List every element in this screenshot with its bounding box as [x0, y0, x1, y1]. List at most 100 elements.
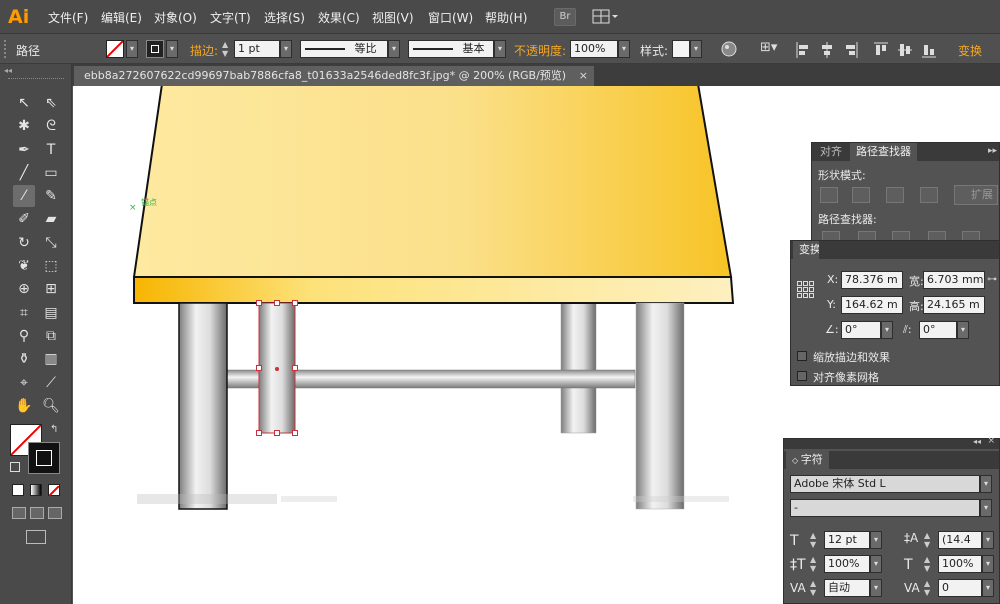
- kerning-dropdown[interactable]: ▾: [870, 579, 882, 597]
- exclude-icon[interactable]: [920, 187, 938, 203]
- font-style-dropdown[interactable]: ▾: [980, 499, 992, 517]
- horizontal-scale-dropdown[interactable]: ▾: [982, 555, 994, 573]
- color-mode-icon[interactable]: [12, 484, 24, 496]
- menu-select[interactable]: 选择(S): [264, 9, 305, 26]
- selection-tool-icon[interactable]: ↖: [13, 92, 35, 114]
- scale-strokes-checkbox[interactable]: [797, 351, 807, 361]
- transform-link[interactable]: 变换: [958, 42, 982, 59]
- menu-edit[interactable]: 编辑(E): [101, 9, 142, 26]
- bridge-button[interactable]: Br: [554, 8, 576, 26]
- perspective-grid-tool-icon[interactable]: ⊞: [40, 278, 62, 300]
- hand-tool-icon[interactable]: ✋: [13, 395, 35, 417]
- front-left-leg[interactable]: [178, 302, 228, 510]
- unite-icon[interactable]: [820, 187, 838, 203]
- kerning-input[interactable]: 自动: [824, 579, 870, 597]
- magic-wand-tool-icon[interactable]: ✱: [13, 115, 35, 137]
- artboard-tool-icon[interactable]: ⌖: [13, 372, 35, 394]
- stroke-weight-input[interactable]: 1 pt: [234, 40, 280, 58]
- selected-leg[interactable]: [256, 300, 298, 436]
- paintbrush-tool-icon[interactable]: ⁄: [13, 185, 35, 207]
- menu-effect[interactable]: 效果(C): [318, 9, 360, 26]
- tracking-dropdown[interactable]: ▾: [982, 579, 994, 597]
- align-to-icon[interactable]: ⊞▾: [760, 40, 782, 58]
- stroke-spinner-icon[interactable]: ▲ ▼: [222, 40, 232, 58]
- font-size-dropdown[interactable]: ▾: [870, 531, 882, 549]
- draw-normal-icon[interactable]: [12, 507, 26, 519]
- menu-file[interactable]: 文件(F): [48, 9, 88, 26]
- eraser-tool-icon[interactable]: ▰: [40, 208, 62, 230]
- align-center-icon[interactable]: [820, 42, 834, 58]
- opacity-label[interactable]: 不透明度:: [514, 42, 566, 59]
- vertical-scale-input[interactable]: 100%: [824, 555, 870, 573]
- menu-type[interactable]: 文字(T): [210, 9, 251, 26]
- brush-definition[interactable]: 基本: [408, 40, 494, 58]
- stroke-color-swatch[interactable]: [28, 442, 60, 474]
- column-graph-tool-icon[interactable]: ▥: [40, 348, 62, 370]
- font-family-input[interactable]: Adobe 宋体 Std L: [790, 475, 980, 493]
- recolor-artwork-icon[interactable]: [720, 40, 738, 58]
- eyedropper-tool-icon[interactable]: ⚲: [13, 325, 35, 347]
- opacity-input[interactable]: 100%: [570, 40, 618, 58]
- height-input[interactable]: 24.165 m: [923, 296, 985, 314]
- screen-mode-icon[interactable]: [26, 530, 46, 544]
- shear-input[interactable]: 0°: [919, 321, 957, 339]
- tracking-spinner-icon[interactable]: ▲ ▼: [924, 579, 934, 597]
- expand-button[interactable]: 扩展: [954, 185, 998, 205]
- reference-point-icon[interactable]: [797, 281, 815, 299]
- horizontal-scale-spinner-icon[interactable]: ▲ ▼: [924, 555, 934, 573]
- vertical-scale-dropdown[interactable]: ▾: [870, 555, 882, 573]
- pencil-tool-icon[interactable]: ✎: [40, 185, 62, 207]
- rotate-input[interactable]: 0°: [841, 321, 881, 339]
- shape-builder-tool-icon[interactable]: ⊕: [13, 278, 35, 300]
- menu-window[interactable]: 窗口(W): [428, 9, 473, 26]
- fill-dropdown[interactable]: ▾: [126, 40, 138, 58]
- kerning-spinner-icon[interactable]: ▲ ▼: [810, 579, 820, 597]
- minus-front-icon[interactable]: [852, 187, 870, 203]
- align-top-icon[interactable]: [874, 42, 888, 58]
- stroke-swatch[interactable]: [146, 40, 164, 58]
- stroke-weight-label[interactable]: 描边:: [190, 42, 218, 59]
- scale-tool-icon[interactable]: ⤡: [40, 232, 62, 254]
- stroke-weight-dropdown[interactable]: ▾: [280, 40, 292, 58]
- horizontal-scale-input[interactable]: 100%: [938, 555, 982, 573]
- y-input[interactable]: 164.62 m: [841, 296, 903, 314]
- close-icon[interactable]: ×: [987, 436, 995, 446]
- blend-tool-icon[interactable]: ⧉: [40, 325, 62, 347]
- intersect-icon[interactable]: [886, 187, 904, 203]
- shear-dropdown[interactable]: ▾: [957, 321, 969, 339]
- blob-brush-tool-icon[interactable]: ✐: [13, 208, 35, 230]
- brush-dropdown[interactable]: ▾: [494, 40, 506, 58]
- free-transform-tool-icon[interactable]: ⬚: [40, 255, 62, 277]
- close-tab-icon[interactable]: ×: [579, 66, 588, 86]
- arrange-documents-icon[interactable]: [592, 9, 618, 25]
- tracking-input[interactable]: 0: [938, 579, 982, 597]
- rectangle-tool-icon[interactable]: ▭: [40, 162, 62, 184]
- font-size-spinner-icon[interactable]: ▲ ▼: [810, 531, 820, 549]
- collapse-panel-icon[interactable]: ◂◂: [4, 66, 68, 75]
- align-left-icon[interactable]: [796, 42, 810, 58]
- draw-inside-icon[interactable]: [48, 507, 62, 519]
- font-style-input[interactable]: -: [790, 499, 980, 517]
- rotate-dropdown[interactable]: ▾: [881, 321, 893, 339]
- x-input[interactable]: 78.376 m: [841, 271, 903, 289]
- menu-object[interactable]: 对象(O): [154, 9, 197, 26]
- variable-width-profile[interactable]: 等比: [300, 40, 388, 58]
- leading-spinner-icon[interactable]: ▲ ▼: [924, 531, 934, 549]
- gradient-tool-icon[interactable]: ▤: [40, 302, 62, 324]
- fill-swatch[interactable]: [106, 40, 124, 58]
- align-bottom-icon[interactable]: [922, 42, 936, 58]
- stroke-dropdown[interactable]: ▾: [166, 40, 178, 58]
- profile-dropdown[interactable]: ▾: [388, 40, 400, 58]
- pen-tool-icon[interactable]: ✒: [13, 139, 35, 161]
- mesh-tool-icon[interactable]: ⌗: [13, 302, 35, 324]
- graphic-style-swatch[interactable]: [672, 40, 690, 58]
- table-top[interactable]: [132, 86, 735, 304]
- lasso-tool-icon[interactable]: ᘓ: [40, 115, 62, 137]
- zoom-tool-icon[interactable]: 🔍︎: [40, 395, 62, 417]
- vertical-scale-spinner-icon[interactable]: ▲ ▼: [810, 555, 820, 573]
- opacity-dropdown[interactable]: ▾: [618, 40, 630, 58]
- direct-selection-tool-icon[interactable]: ⇖: [40, 92, 62, 114]
- panel-menu-icon[interactable]: ▸▸: [988, 146, 997, 156]
- tab-align[interactable]: 对齐: [814, 143, 848, 161]
- width-input[interactable]: 6.703 mm: [923, 271, 985, 289]
